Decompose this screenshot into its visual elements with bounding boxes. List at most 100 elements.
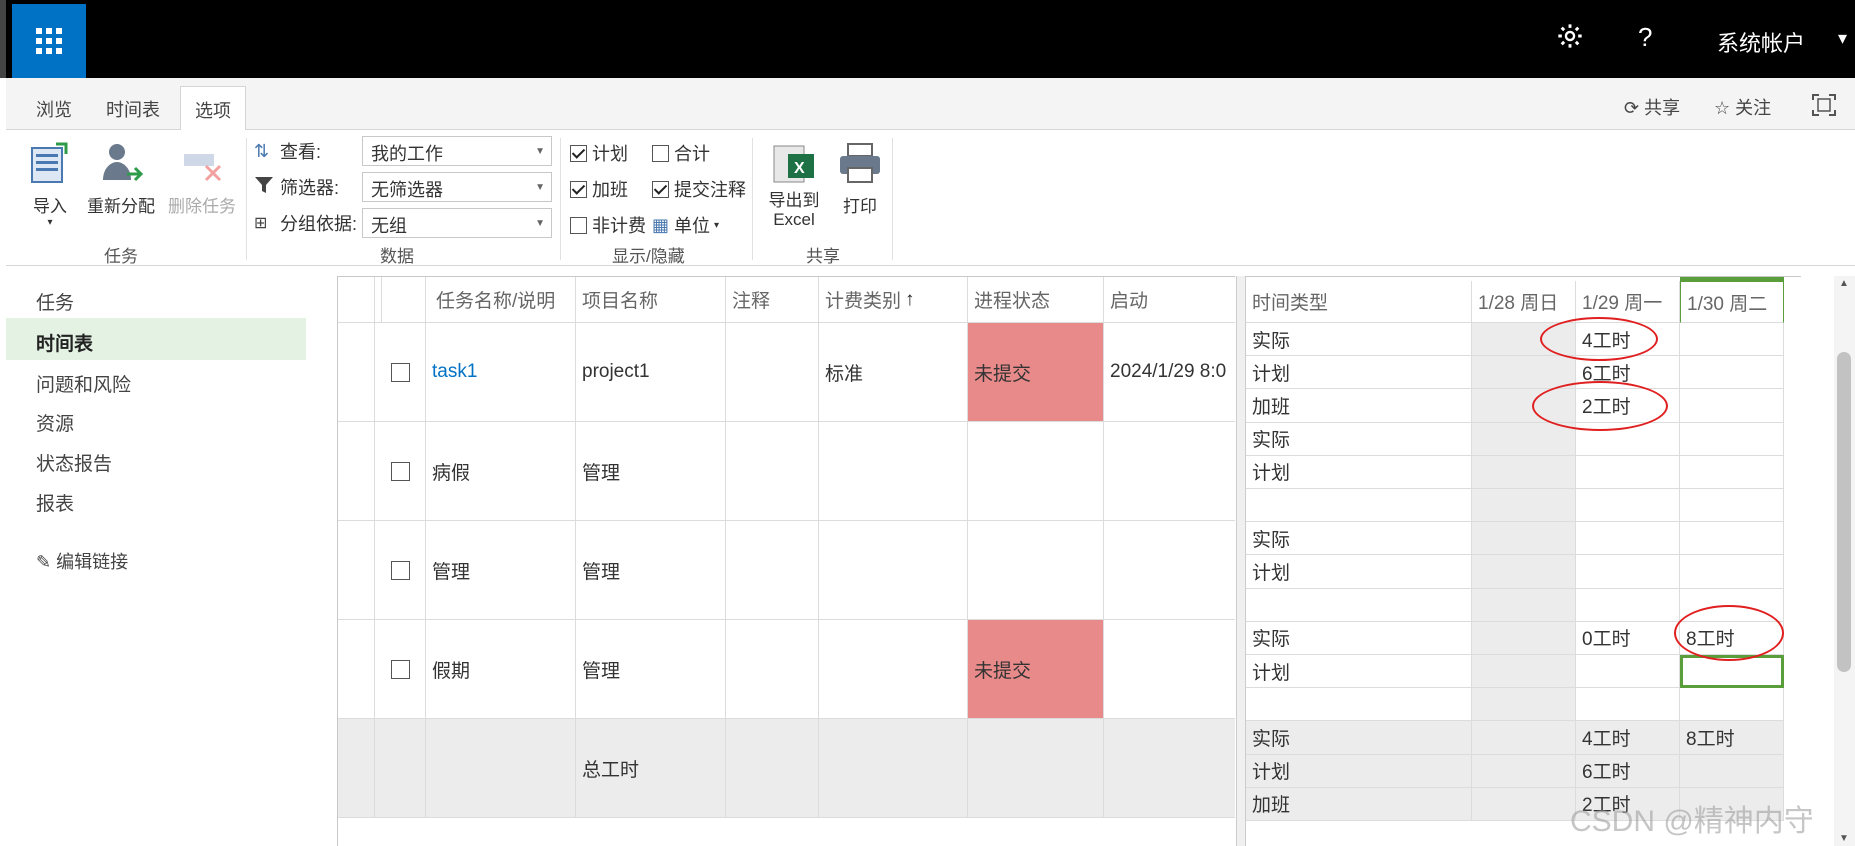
chevron-down-icon[interactable]: ▾: [1838, 28, 1847, 49]
nav-item-resources[interactable]: 资源: [36, 409, 74, 436]
settings-button[interactable]: [1556, 22, 1584, 57]
group-by-select[interactable]: 无组 ▼: [362, 208, 552, 238]
hours-cell[interactable]: [1472, 555, 1576, 589]
hours-cell[interactable]: [1472, 588, 1576, 622]
scroll-up-icon[interactable]: ▲: [1839, 278, 1849, 289]
header-notes[interactable]: 注释: [726, 277, 819, 323]
tab-options[interactable]: 选项: [180, 86, 246, 131]
tab-timesheet[interactable]: 时间表: [106, 96, 160, 122]
notes-cell[interactable]: [726, 620, 819, 719]
notes-cell[interactable]: [726, 521, 819, 620]
hours-cell[interactable]: [1472, 489, 1576, 523]
submit-notes-checkbox[interactable]: 提交注释: [652, 176, 746, 202]
nav-item-status-reports[interactable]: 状态报告: [36, 449, 112, 476]
hours-cell[interactable]: [1680, 389, 1784, 423]
checkbox-unchecked[interactable]: [390, 362, 410, 382]
filter-select[interactable]: 无筛选器 ▼: [362, 172, 552, 202]
notes-cell[interactable]: [726, 422, 819, 521]
vertical-scrollbar[interactable]: ▲ ▼: [1834, 276, 1855, 846]
hours-cell[interactable]: 8工时: [1680, 621, 1784, 655]
hours-cell[interactable]: 0工时: [1576, 621, 1680, 655]
hours-cell[interactable]: [1472, 621, 1576, 655]
hours-cell[interactable]: [1680, 555, 1784, 589]
hours-cell[interactable]: [1576, 422, 1680, 456]
hours-cell[interactable]: [1472, 455, 1576, 489]
nav-item-timesheet[interactable]: 时间表: [36, 329, 93, 356]
import-button[interactable]: 导入 ▾: [20, 140, 80, 228]
hours-cell[interactable]: [1680, 489, 1784, 523]
hours-cell[interactable]: [1680, 422, 1784, 456]
hours-cell[interactable]: [1680, 522, 1784, 556]
hours-cell[interactable]: 2工时: [1576, 389, 1680, 423]
checkbox-checked[interactable]: [570, 144, 587, 162]
hours-cell[interactable]: [1576, 455, 1680, 489]
hours-cell[interactable]: [1680, 655, 1784, 689]
header-status[interactable]: 进程状态: [968, 277, 1104, 323]
overtime-checkbox[interactable]: 加班: [570, 176, 628, 202]
print-button[interactable]: 打印: [830, 140, 890, 217]
billing-cell[interactable]: [819, 620, 968, 719]
checkbox-unchecked[interactable]: [652, 144, 669, 162]
billing-cell[interactable]: [819, 521, 968, 620]
table-row-checkbox[interactable]: [375, 422, 426, 521]
hours-cell[interactable]: [1576, 688, 1680, 722]
scroll-thumb[interactable]: [1837, 352, 1851, 672]
checkbox-unchecked[interactable]: [390, 461, 410, 481]
hours-cell[interactable]: [1576, 555, 1680, 589]
table-row-checkbox[interactable]: [375, 323, 426, 422]
task-name-link[interactable]: task1: [426, 323, 576, 422]
edit-links-button[interactable]: ✎ 编辑链接: [36, 548, 128, 574]
billing-cell[interactable]: [819, 422, 968, 521]
hours-cell[interactable]: [1472, 655, 1576, 689]
nav-item-reports[interactable]: 报表: [36, 489, 74, 516]
hours-cell[interactable]: [1680, 455, 1784, 489]
hours-cell[interactable]: 6工时: [1576, 356, 1680, 390]
delete-task-button[interactable]: 删除任务: [162, 140, 242, 217]
export-excel-button[interactable]: X 导出到 Excel: [760, 140, 828, 229]
header-task-name[interactable]: 任务名称/说明: [426, 277, 576, 323]
hours-cell[interactable]: [1472, 356, 1576, 390]
header-billing[interactable]: 计费类别 ↑: [819, 277, 968, 323]
hours-cell[interactable]: [1472, 389, 1576, 423]
table-row-checkbox[interactable]: [375, 521, 426, 620]
total-checkbox[interactable]: 合计: [652, 140, 710, 166]
header-start[interactable]: 启动: [1104, 277, 1235, 323]
billing-cell[interactable]: 标准: [819, 323, 968, 422]
nonbill-checkbox[interactable]: 非计费: [570, 212, 646, 238]
checkbox-checked[interactable]: [652, 180, 669, 198]
hours-cell[interactable]: [1680, 323, 1784, 357]
checkbox-unchecked[interactable]: [390, 659, 410, 679]
unit-dropdown[interactable]: ▦ 单位 ▾: [652, 212, 719, 238]
checkbox-unchecked[interactable]: [390, 560, 410, 580]
hours-cell[interactable]: [1576, 489, 1680, 523]
help-button[interactable]: ?: [1638, 22, 1652, 53]
scroll-down-icon[interactable]: ▼: [1839, 833, 1849, 844]
header-project-name[interactable]: 项目名称: [576, 277, 726, 323]
hours-cell[interactable]: [1472, 688, 1576, 722]
checkbox-unchecked[interactable]: [570, 216, 587, 234]
checkbox-checked[interactable]: [570, 180, 587, 198]
hours-cell[interactable]: [1680, 356, 1784, 390]
table-row-checkbox[interactable]: [375, 620, 426, 719]
view-select[interactable]: 我的工作 ▼: [362, 136, 552, 166]
hours-cell[interactable]: 4工时: [1576, 323, 1680, 357]
share-button[interactable]: ⟳ 共享: [1624, 94, 1680, 120]
follow-button[interactable]: ☆ 关注: [1714, 94, 1771, 120]
plan-checkbox[interactable]: 计划: [570, 140, 628, 166]
hours-cell[interactable]: [1576, 522, 1680, 556]
hours-cell[interactable]: [1576, 588, 1680, 622]
nav-item-issues[interactable]: 问题和风险: [36, 370, 131, 397]
hours-cell[interactable]: [1576, 655, 1680, 689]
reassign-button[interactable]: 重新分配: [80, 140, 162, 217]
focus-mode-button[interactable]: [1812, 94, 1836, 121]
hours-cell[interactable]: [1472, 522, 1576, 556]
tab-browse[interactable]: 浏览: [36, 96, 72, 122]
hours-cell[interactable]: [1680, 688, 1784, 722]
user-menu[interactable]: 系统帐户: [1717, 26, 1805, 58]
nav-item-tasks[interactable]: 任务: [36, 288, 74, 315]
app-launcher-button[interactable]: [12, 4, 86, 78]
notes-cell[interactable]: [726, 323, 819, 422]
pane-splitter[interactable]: [1236, 276, 1246, 846]
hours-cell[interactable]: [1472, 323, 1576, 357]
hours-cell[interactable]: [1680, 588, 1784, 622]
